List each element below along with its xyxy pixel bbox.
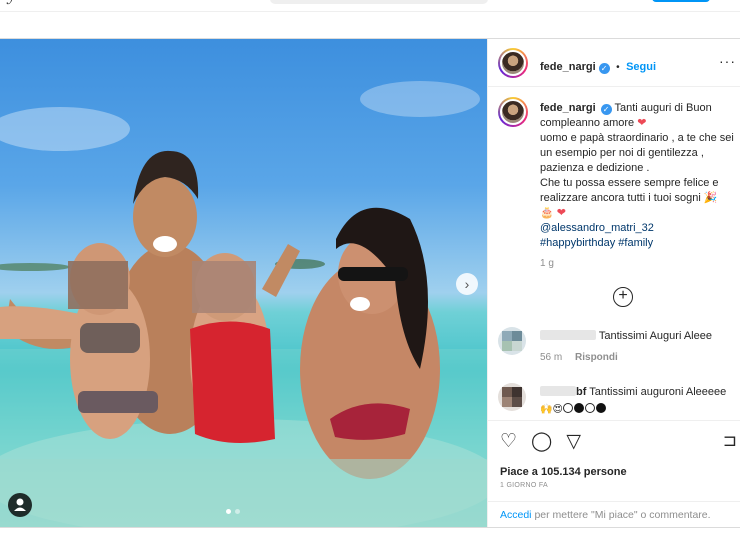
reply-button[interactable]: Rispondi [575,352,618,363]
action-icons: ♡ ◯ ▽ [500,431,581,453]
hashtag-links[interactable]: #happybirthday #family [540,237,653,249]
login-prompt: Accedi per mettere "Mi piace" o commenta… [488,501,740,529]
load-more-comments-button[interactable]: + [613,287,633,307]
white-circle-icon [584,403,595,413]
author-avatar[interactable] [498,48,528,78]
post-caption: fede_nargi ✓ Tanti auguri di Buon complea… [540,101,736,271]
verified-badge-icon: ✓ [598,63,610,74]
comment-meta: 56 m Rispondi [540,350,740,365]
red-heart-icon: ❤ [556,207,566,219]
follow-separator: • [616,62,620,73]
blurred-username[interactable] [540,386,576,396]
follow-button[interactable]: Segui [626,61,656,73]
save-bookmark-icon[interactable]: ⊐ [723,431,737,451]
person-icon [14,498,26,511]
share-send-icon[interactable]: ▽ [566,431,581,453]
post-actions-panel: ♡ ◯ ▽ ⊐ Piace a 105.134 persone 1 GIORNO… [488,420,740,528]
commenter-avatar[interactable] [498,327,526,355]
caption-line-3: Che tu possa essere sempre felice e real… [540,177,719,204]
comment-body: Tantissimi Auguri Aleee 56 m Rispondi [540,329,740,365]
photo-illustration [0,81,487,527]
login-link[interactable]: Accedi [500,509,532,521]
pixelated-avatar-icon [498,383,526,411]
search-input[interactable] [270,0,488,4]
mention-link[interactable]: @alessandro_matri_32 [540,222,654,234]
comment-body: bf Tantissimi auguroni Aleeeee 🙌😍 [540,385,740,417]
emoji-row: 🙌😍 [540,402,740,417]
post-sidebar: fede_nargi ✓ • Segui ··· fede_nargi ✓ Tant… [487,39,740,527]
carousel-dot [235,509,240,514]
commenter-avatar[interactable] [498,383,526,411]
next-photo-button[interactable]: › [456,273,478,295]
blurred-username[interactable] [540,330,596,340]
caption-author-avatar[interactable] [498,97,528,127]
carousel-dot-active [226,509,231,514]
post-header: fede_nargi ✓ • Segui ··· [488,39,740,87]
raised-hands-icon: 🙌 [540,404,553,415]
black-circle-icon [595,403,606,413]
black-circle-icon [573,403,584,413]
tagged-user-icon[interactable] [8,493,32,517]
caption-line-2: uomo e papà straordinario , a te che sei… [540,132,734,174]
red-heart-icon: ❤ [637,117,647,129]
top-navigation-bar: ℐ [0,0,740,12]
login-button[interactable] [652,0,710,2]
comment-text: Tantissimi Auguri Aleee [598,330,712,342]
caption-username[interactable]: fede_nargi [540,102,596,114]
pixelated-avatar-icon [498,327,526,355]
caption-age: 1 g [540,258,554,269]
post-container: › fede_nargi ✓ • Segui ··· fede_nargi ✓ Ta… [0,38,740,528]
white-circle-icon [562,403,573,413]
party-icon: 🎉 [703,192,718,204]
author-row: fede_nargi ✓ • Segui [540,57,656,75]
likes-count[interactable]: Piace a 105.134 persone [500,466,627,478]
cake-icon: 🎂 [540,207,554,219]
comment-bubble-icon[interactable]: ◯ [531,431,552,453]
comment-text: Tantissimi auguroni Aleeeee [589,386,727,398]
comment-age: 56 m [540,352,563,363]
like-heart-icon[interactable]: ♡ [500,431,517,453]
login-prompt-text: per mettere "Mi piace" o commentare. [534,509,711,521]
author-username[interactable]: fede_nargi [540,61,596,73]
verified-badge-icon: ✓ [600,104,612,115]
more-options-icon[interactable]: ··· [719,53,736,69]
instagram-logo[interactable]: ℐ [6,0,13,8]
post-photo[interactable]: › [0,39,487,527]
carousel-indicator [226,509,240,514]
heart-eyes-icon: 😍 [552,404,563,415]
post-timestamp[interactable]: 1 GIORNO FA [500,482,548,489]
username-suffix[interactable]: bf [576,386,586,398]
